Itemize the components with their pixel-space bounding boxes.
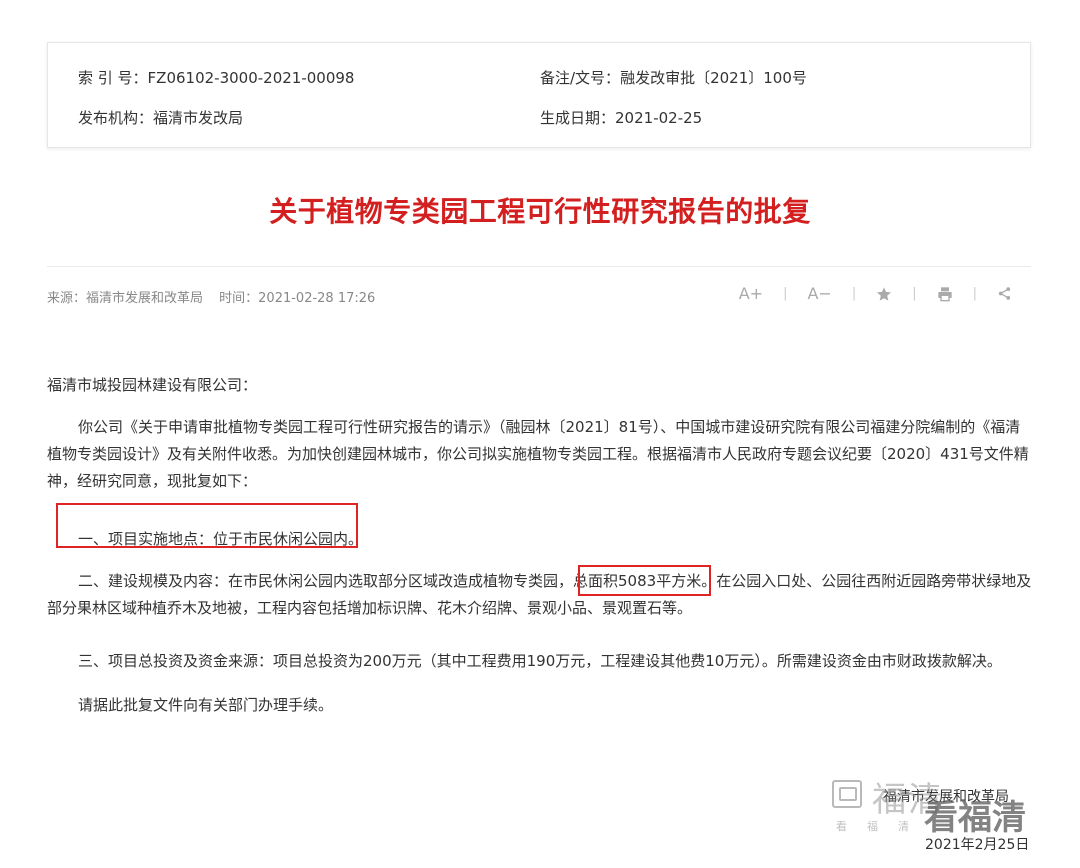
item-investment: 三、项目总投资及资金来源：项目总投资为200万元（其中工程费用190万元，工程建…: [78, 652, 1002, 670]
toolbar-separator: |: [851, 286, 857, 301]
watermark-subtext: 看福清: [836, 820, 929, 833]
article-source: 来源：福清市发展和改革局: [47, 291, 204, 306]
index-number-label: 索 引 号：: [78, 69, 148, 87]
closing-instruction: 请据此批复文件向有关部门办理手续。: [78, 696, 334, 714]
print-button[interactable]: [935, 286, 955, 302]
scale-text-start: 二、建设规模及内容：在市民休闲公园内选取部分区域改造成植物专类园，: [78, 572, 574, 590]
article-time: 时间：2021-02-28 17:26: [219, 291, 376, 306]
signature-date: 2021年2月25日: [925, 837, 1030, 853]
publishing-org: 发布机构：福清市发改局: [78, 107, 243, 128]
star-icon: [877, 286, 892, 301]
salutation: 福清市城投园林建设有限公司：: [47, 376, 258, 394]
article-title: 关于植物专类园工程可行性研究报告的批复: [269, 195, 811, 228]
signature-org: 福清市发展和改革局: [883, 789, 1009, 805]
document-number-label: 备注/文号：: [540, 69, 621, 87]
font-increase-button[interactable]: A+: [737, 284, 765, 303]
font-decrease-button[interactable]: A−: [805, 284, 833, 303]
generation-date-value: 2021-02-25: [615, 109, 703, 127]
generation-date-label: 生成日期：: [540, 109, 616, 127]
toolbar-separator: |: [972, 286, 977, 301]
article-toolbar: A+ | A− | | |: [737, 284, 1014, 303]
toolbar-separator: |: [783, 286, 788, 301]
share-icon: [998, 287, 1011, 300]
paragraph-request: 你公司《关于申请审批植物专类园工程可行性研究报告的请示》（融园林〔2021〕81…: [47, 418, 1029, 490]
document-number-value: 融发改审批〔2021〕100号: [620, 69, 807, 87]
document-metadata-panel: 索 引 号：FZ06102-3000-2021-00098 备注/文号：融发改审…: [47, 42, 1031, 148]
favorite-button[interactable]: [874, 286, 894, 302]
article-info-bar: 来源：福清市发展和改革局 时间：2021-02-28 17:26: [47, 287, 375, 306]
paragraph-scale: 二、建设规模及内容：在市民休闲公园内选取部分区域改造成植物专类园，总面积5083…: [47, 568, 1033, 622]
printer-icon: [937, 286, 952, 301]
title-divider: [47, 266, 1031, 267]
watermark: 福清 看福清 看福清: [832, 772, 1072, 842]
item-location: 一、项目实施地点：位于市民休闲公园内。: [78, 530, 364, 548]
index-number: 索 引 号：FZ06102-3000-2021-00098: [78, 67, 354, 88]
scale-area-highlight: 总面积5083平方米: [573, 572, 702, 590]
index-number-value: FZ06102-3000-2021-00098: [147, 69, 355, 87]
generation-date: 生成日期：2021-02-25: [540, 107, 702, 128]
document-number: 备注/文号：融发改审批〔2021〕100号: [540, 67, 807, 88]
publishing-org-value: 福清市发改局: [153, 109, 244, 127]
publishing-org-label: 发布机构：: [78, 109, 154, 127]
share-button[interactable]: [995, 286, 1014, 301]
watermark-logo-icon: [832, 780, 862, 808]
toolbar-separator: |: [912, 286, 917, 301]
